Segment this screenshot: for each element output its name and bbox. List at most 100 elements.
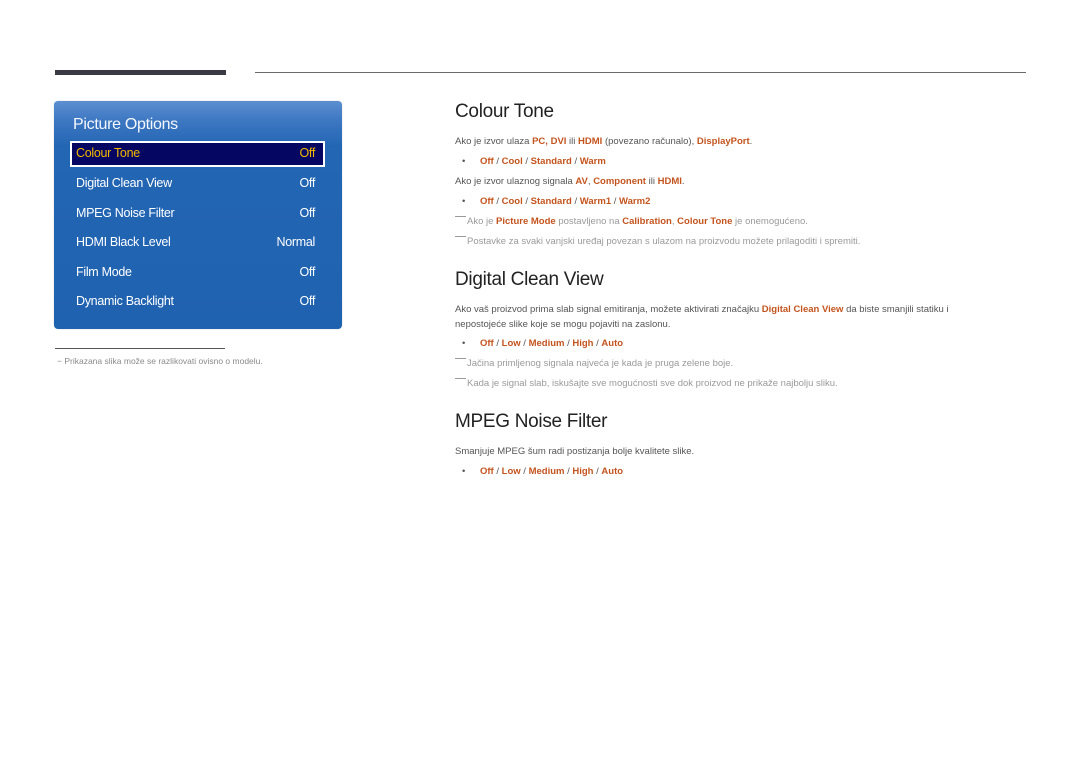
separator: / <box>520 338 529 349</box>
menu-item-mpeg-noise-filter[interactable]: MPEG Noise Filter Off <box>70 201 325 227</box>
term-hdmi: HDMI <box>578 136 603 147</box>
bullet: • <box>462 466 466 477</box>
image-footnote: − Prikazana slika može se razlikovati ov… <box>57 356 263 366</box>
mpeg-noise-filter-options: • Off / Low / Medium / High / Auto <box>462 466 623 477</box>
menu-item-label: Colour Tone <box>76 146 140 160</box>
term-pc: PC <box>532 136 546 147</box>
colour-tone-options-1: • Off / Cool / Standard / Warm <box>462 156 606 167</box>
bullet: • <box>462 338 466 349</box>
text: Jačina primljenog signala najveća je kad… <box>467 358 734 369</box>
colour-tone-options-2: • Off / Cool / Standard / Warm1 / Warm2 <box>462 196 650 207</box>
bullet: • <box>462 156 466 167</box>
section-title-colour-tone: Colour Tone <box>455 101 554 122</box>
menu-item-value: Off <box>299 146 315 160</box>
option: Warm <box>579 156 606 167</box>
menu-item-label: HDMI Black Level <box>76 235 171 249</box>
colour-tone-note-1: Ako je Picture Mode postavljeno na Calib… <box>455 216 808 227</box>
option: Standard <box>530 196 572 207</box>
text: (povezano računalo), <box>602 136 697 147</box>
term-picture-mode: Picture Mode <box>496 216 556 227</box>
term-digital-clean-view: Digital Clean View <box>761 304 844 315</box>
option: High <box>572 338 594 349</box>
text: Ako je <box>467 216 497 227</box>
menu-item-dynamic-backlight[interactable]: Dynamic Backlight Off <box>70 289 325 315</box>
separator: / <box>493 196 502 207</box>
option: Medium <box>528 338 565 349</box>
option: High <box>572 466 594 477</box>
menu-item-value: Off <box>299 294 315 308</box>
note-dash-icon <box>455 216 466 217</box>
term-dvi: DVI <box>550 136 567 147</box>
menu-item-label: Film Mode <box>76 265 132 279</box>
text: Kada je signal slab, iskušajte sve moguć… <box>467 378 838 389</box>
bullet: • <box>462 196 466 207</box>
text: je onemogućeno. <box>732 216 808 227</box>
option: Low <box>501 466 521 477</box>
option: Standard <box>530 156 572 167</box>
option: Auto <box>601 338 624 349</box>
separator: / <box>493 466 502 477</box>
digital-clean-view-note-1: Jačina primljenog signala najveća je kad… <box>455 358 733 369</box>
section-title-mpeg-noise-filter: MPEG Noise Filter <box>455 411 608 432</box>
text: ili <box>645 176 658 187</box>
separator: / <box>571 196 580 207</box>
text: . <box>749 136 753 147</box>
menu-item-digital-clean-view[interactable]: Digital Clean View Off <box>70 171 325 197</box>
term-av: AV <box>575 176 588 187</box>
option: Cool <box>501 156 523 167</box>
mpeg-noise-filter-description: Smanjuje MPEG šum radi postizanja bolje … <box>455 446 695 457</box>
term-calibration: Calibration <box>622 216 672 227</box>
menu-item-value: Off <box>299 265 315 279</box>
text: ili <box>566 136 579 147</box>
option: Warm1 <box>579 196 612 207</box>
footnote-divider <box>55 348 225 349</box>
menu-item-hdmi-black-level[interactable]: HDMI Black Level Normal <box>70 230 325 256</box>
option: Off <box>480 338 494 349</box>
term-component: Component <box>593 176 646 187</box>
menu-item-value: Off <box>299 206 315 220</box>
colour-tone-note-2: Postavke za svaki vanjski uređaj povezan… <box>455 236 860 247</box>
menu-item-film-mode[interactable]: Film Mode Off <box>70 260 325 286</box>
colour-tone-line2: Ako je izvor ulaznog signala AV, Compone… <box>455 176 685 187</box>
option: Off <box>480 196 494 207</box>
picture-options-menu: Picture Options Colour Tone Off Digital … <box>54 101 342 329</box>
menu-item-value: Off <box>299 176 315 190</box>
separator: / <box>611 196 620 207</box>
separator: / <box>493 156 502 167</box>
text: Ako je izvor ulaza <box>455 136 533 147</box>
separator: / <box>522 196 531 207</box>
menu-item-label: MPEG Noise Filter <box>76 206 175 220</box>
separator: / <box>522 156 531 167</box>
note-dash-icon <box>455 236 466 237</box>
option: Warm2 <box>619 196 651 207</box>
separator: / <box>493 338 502 349</box>
section-title-digital-clean-view: Digital Clean View <box>455 269 604 290</box>
menu-item-label: Digital Clean View <box>76 176 172 190</box>
menu-item-value: Normal <box>276 235 316 249</box>
option: Off <box>480 156 494 167</box>
separator: / <box>520 466 529 477</box>
header-rule-thin <box>255 72 1026 73</box>
digital-clean-view-note-2: Kada je signal slab, iskušajte sve moguć… <box>455 378 838 389</box>
option: Cool <box>501 196 523 207</box>
menu-item-label: Dynamic Backlight <box>76 294 174 308</box>
note-dash-icon <box>455 378 466 379</box>
note-dash-icon <box>455 358 466 359</box>
option: Medium <box>528 466 565 477</box>
digital-clean-view-description: Ako vaš proizvod prima slab signal emiti… <box>455 302 995 332</box>
option: Auto <box>601 466 624 477</box>
menu-item-colour-tone[interactable]: Colour Tone Off <box>70 141 325 167</box>
text: Ako je izvor ulaznog signala <box>455 176 576 187</box>
option: Off <box>480 466 494 477</box>
footnote-text: Prikazana slika može se razlikovati ovis… <box>64 356 263 366</box>
colour-tone-line1: Ako je izvor ulaza PC, DVI ili HDMI (pov… <box>455 136 752 147</box>
menu-title: Picture Options <box>73 116 178 133</box>
footnote-dash: − <box>57 356 62 366</box>
digital-clean-view-options: • Off / Low / Medium / High / Auto <box>462 338 623 349</box>
term-colour-tone: Colour Tone <box>677 216 733 227</box>
term-displayport: DisplayPort <box>696 136 750 147</box>
text: . <box>681 176 685 187</box>
text: Postavke za svaki vanjski uređaj povezan… <box>467 236 861 247</box>
separator: / <box>571 156 580 167</box>
term-hdmi: HDMI <box>657 176 682 187</box>
